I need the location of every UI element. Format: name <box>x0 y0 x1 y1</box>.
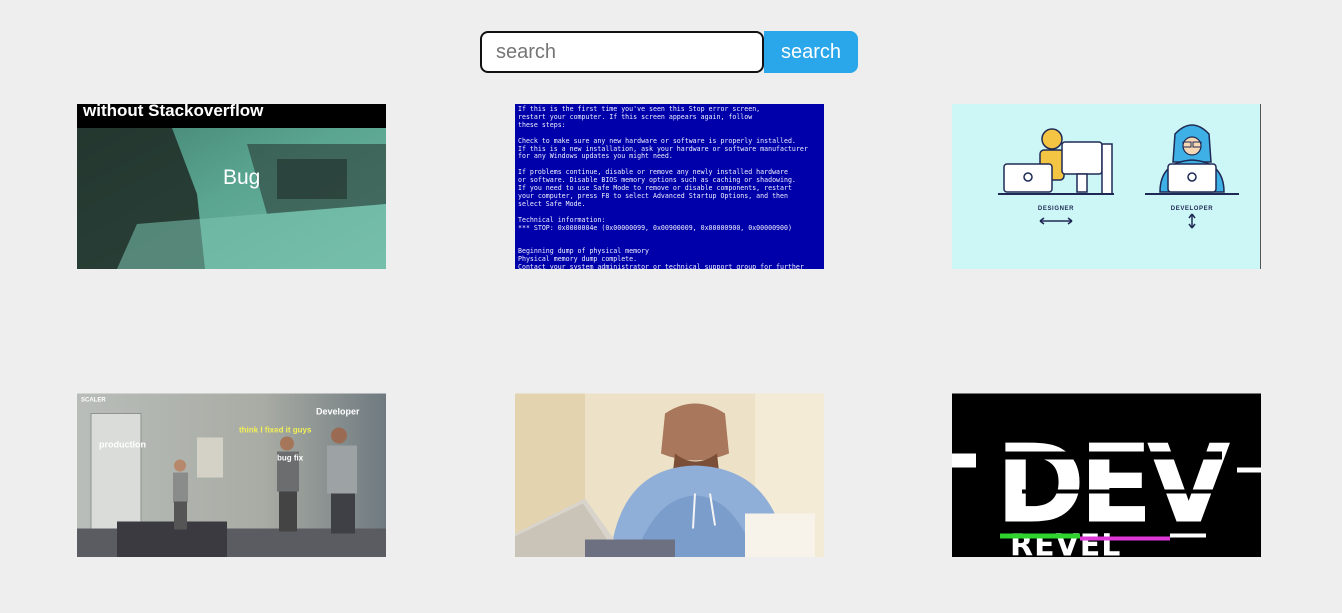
gif-search-page: search without Stackoverflow Bug If this… <box>0 0 1342 613</box>
gif-image-designer-developer: DESIGNER DEVELOPER <box>952 104 1261 269</box>
bsod-text: If this is the first time you've seen th… <box>518 105 808 269</box>
fixed-caption: think I fixed it guys <box>239 426 312 435</box>
gif-tile-bug-fix[interactable]: SCALER Developer think I fixed it guys p… <box>77 393 386 557</box>
production-caption: production <box>99 440 146 450</box>
gif-tile-bsod[interactable]: If this is the first time you've seen th… <box>515 104 824 269</box>
gif-tile-bug[interactable]: without Stackoverflow Bug <box>77 104 386 269</box>
gif-image-bug: without Stackoverflow Bug <box>77 104 386 269</box>
gif-caption: without Stackoverflow <box>82 104 264 120</box>
bug-fix-caption: bug fix <box>277 454 304 463</box>
search-button[interactable]: search <box>764 31 858 73</box>
search-input[interactable] <box>480 31 764 73</box>
developer-label: DEVELOPER <box>1171 206 1213 212</box>
glitch-word-revel: REVEL <box>1010 529 1121 558</box>
brand-watermark: SCALER <box>81 398 106 404</box>
search-bar: search <box>480 31 858 73</box>
gif-image-dev-glitch: DEV REVEL <box>952 393 1261 557</box>
gif-label-bug: Bug <box>223 166 260 189</box>
designer-label: DESIGNER <box>1038 206 1074 212</box>
developer-caption: Developer <box>316 407 360 417</box>
gif-tile-designer-developer[interactable]: DESIGNER DEVELOPER <box>952 104 1261 269</box>
gif-tile-laughing-developer[interactable] <box>515 393 824 557</box>
gif-tile-dev-glitch[interactable]: DEV REVEL <box>952 393 1261 557</box>
gif-image-laughing-developer <box>515 393 824 557</box>
gif-image-bug-fix: SCALER Developer think I fixed it guys p… <box>77 393 386 557</box>
